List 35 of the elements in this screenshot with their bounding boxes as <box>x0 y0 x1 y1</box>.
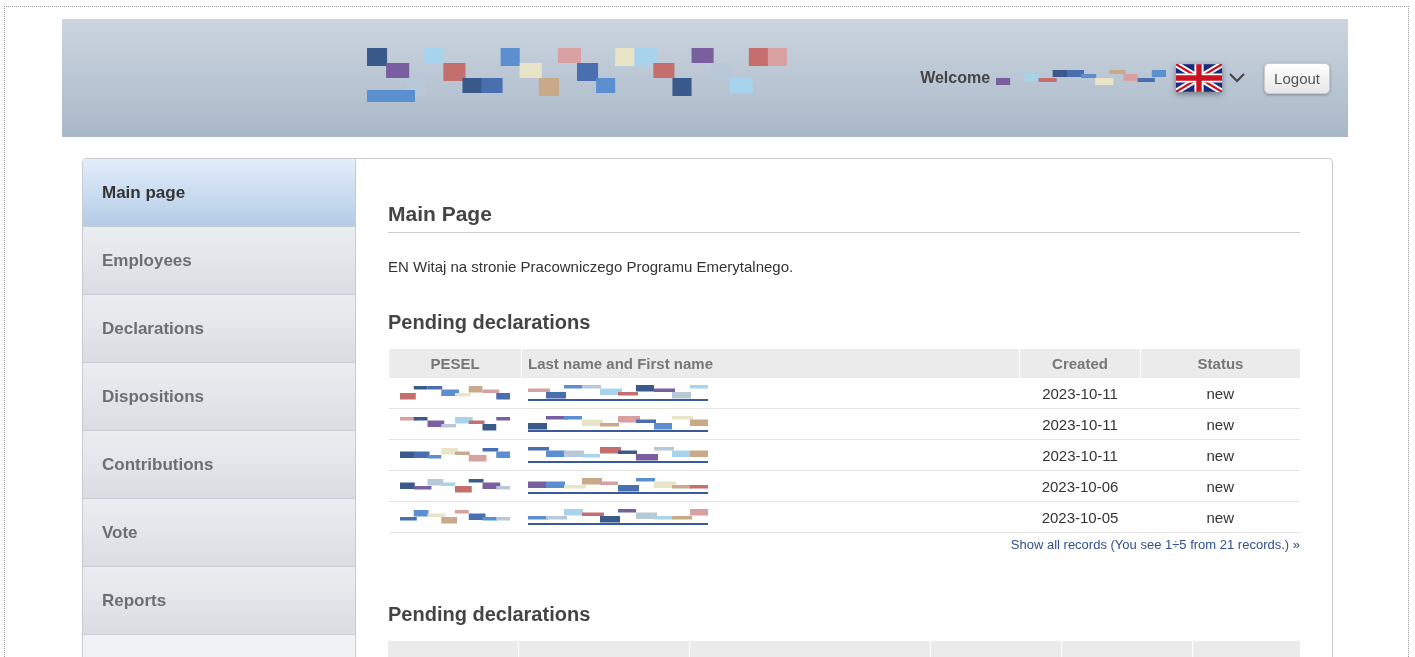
sidebar-item[interactable]: Main page <box>83 159 355 227</box>
sidebar-item[interactable]: Contributions <box>83 431 355 499</box>
show-all-link[interactable]: Show all records (You see 1÷5 from 21 records.) » <box>1010 537 1300 552</box>
section-title: Pending declarations <box>388 603 592 626</box>
section-title: Pending declarations <box>388 311 592 334</box>
logout-button[interactable]: Logout <box>1264 62 1330 94</box>
column-header: PESEL <box>388 349 522 378</box>
pixelated-name-drawing[interactable] <box>527 385 708 401</box>
uk-flag-icon[interactable] <box>1176 64 1223 92</box>
table-cell: 2023-10-05 <box>1019 501 1141 533</box>
table-cell: 2023-10-11 <box>1019 439 1141 471</box>
chevron-down-icon[interactable] <box>1228 72 1247 84</box>
table-cell: 2023-10-11 <box>1019 408 1141 440</box>
table-cell: 2023-10-06 <box>1019 470 1141 502</box>
sidebar-item[interactable]: Reports <box>83 567 355 635</box>
sidebar-item[interactable]: Declarations <box>83 295 355 363</box>
sidebar-item[interactable]: Vote <box>83 499 355 567</box>
pixelated-name-drawing[interactable] <box>527 509 708 525</box>
welcome-label: Welcome <box>920 69 991 87</box>
table-cell: new <box>1140 470 1300 502</box>
page-title: Main Page <box>388 202 1300 233</box>
sidebar-item[interactable]: Dispositions <box>83 363 355 431</box>
column-header: Created <box>1019 349 1141 378</box>
table-cell: new <box>1140 378 1300 409</box>
table-cell: new <box>1140 501 1300 533</box>
intro-text: EN Witaj na stronie Pracowniczego Programu Emerytalnego. <box>388 258 795 275</box>
column-header: Last name and First name <box>521 349 1020 378</box>
column-header: Status <box>1140 349 1300 378</box>
table-cell: 2023-10-11 <box>1019 378 1141 409</box>
pixelated-name-drawing[interactable] <box>527 416 708 432</box>
pixelated-name-drawing[interactable] <box>527 478 708 494</box>
table-cell: new <box>1140 439 1300 471</box>
pixelated-name-drawing[interactable] <box>527 447 708 463</box>
table-cell: new <box>1140 408 1300 440</box>
sidebar-item[interactable]: Employees <box>83 227 355 295</box>
